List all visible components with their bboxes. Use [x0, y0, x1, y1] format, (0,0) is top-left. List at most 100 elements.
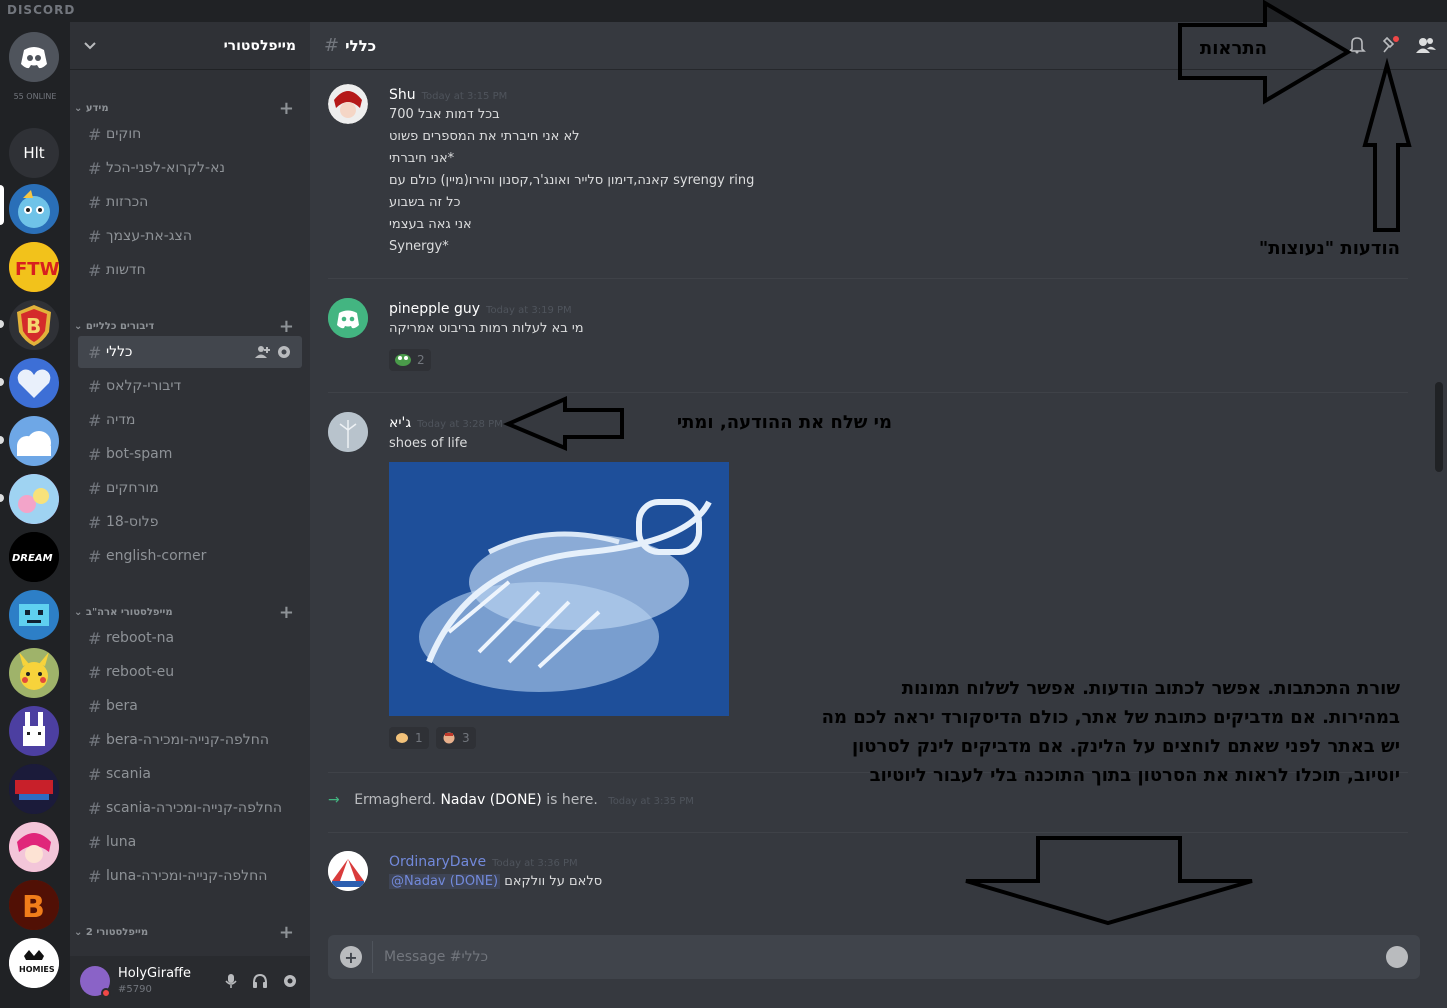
chat-area: # כללי Shu Today at 3:15 PM בכל דמות אבל … [310, 22, 1447, 1008]
channel-label: הכרזות [106, 194, 149, 210]
guild-yugioh[interactable] [9, 764, 59, 814]
join-username[interactable]: Nadav (DONE) [440, 792, 541, 808]
channel-label: luna-החלפה-קנייה-ומכירה [106, 868, 268, 884]
guild-heart[interactable] [9, 358, 59, 408]
add-channel-icon[interactable]: + [279, 98, 294, 119]
attachment-image[interactable] [389, 462, 729, 716]
avatar[interactable] [328, 298, 368, 338]
channel-media[interactable]: # מדיה [78, 404, 302, 436]
reaction-pepe[interactable]: 2 [389, 349, 431, 371]
guild-bunny[interactable] [9, 706, 59, 756]
svg-text:FTW: FTW [15, 259, 59, 280]
channel-announcements[interactable]: # הכרזות [78, 186, 302, 218]
channel-introduce-yourself[interactable]: # הצג-את-עצמך [78, 220, 302, 252]
channel-reboot-na[interactable]: # reboot-na [78, 622, 302, 654]
message-input[interactable] [382, 943, 1362, 971]
add-channel-icon[interactable]: + [279, 316, 294, 337]
channel-banned[interactable]: # מורחקים [78, 472, 302, 504]
guild-fire-b[interactable]: B [9, 880, 59, 930]
guild-ftw[interactable]: FTW [9, 242, 59, 292]
pin-icon[interactable] [1381, 35, 1401, 55]
server-name: מייפלסטורי [223, 37, 296, 54]
channel-bera[interactable]: # bera [78, 690, 302, 722]
gear-icon[interactable] [276, 344, 292, 360]
channel-class-talk[interactable]: # דיבורי-קלאס [78, 370, 302, 402]
emoji-picker-icon[interactable] [1386, 946, 1408, 968]
guild-pastel[interactable] [9, 474, 59, 524]
hash-icon: # [88, 124, 102, 144]
invite-icon[interactable] [254, 344, 270, 360]
member-list-icon[interactable] [1415, 35, 1437, 55]
guild-b-shield[interactable]: B [9, 300, 59, 350]
scrollbar-track[interactable] [1435, 72, 1443, 912]
scrollbar-thumb[interactable] [1435, 382, 1443, 472]
channel-news[interactable]: # חדשות [78, 254, 302, 286]
server-header[interactable]: מייפלסטורי [70, 22, 310, 70]
svg-text:HOMIES: HOMIES [19, 965, 55, 974]
bell-icon[interactable] [1347, 35, 1367, 55]
message-timestamp: Today at 3:15 PM [421, 91, 508, 102]
headphones-icon[interactable] [252, 973, 268, 989]
hash-icon: # [88, 798, 102, 818]
channel-english-corner[interactable]: # english-corner [78, 540, 302, 572]
annotation-composer-line: יש באתר לפני שאתם לוחצים על הלינק. אם מד… [851, 736, 1400, 757]
category-info[interactable]: ⌄ מידע + [70, 98, 310, 120]
avatar[interactable] [328, 851, 368, 891]
discord-home-button[interactable] [9, 32, 59, 82]
avatar[interactable] [328, 412, 368, 452]
hash-icon: # [88, 478, 102, 498]
hash-icon: # [88, 158, 102, 178]
upload-plus-icon[interactable]: + [340, 946, 362, 968]
composer-divider [372, 941, 373, 973]
shield-b-icon: B [17, 305, 51, 346]
message-author[interactable]: ג'יא [389, 415, 411, 431]
message-author[interactable]: OrdinaryDave [389, 854, 486, 870]
channel-read-first[interactable]: # נא-לקרוא-לפני-הכל [78, 152, 302, 184]
microphone-icon[interactable] [224, 973, 238, 989]
channel-bot-spam[interactable]: # bot-spam [78, 438, 302, 470]
annotation-sender: מי שלח את ההודעה, ומתי [676, 412, 892, 433]
guild-dream[interactable]: DREAM [9, 532, 59, 582]
chevron-down-icon [84, 41, 96, 49]
hash-icon: # [88, 764, 102, 784]
category-maplestory-us[interactable]: ⌄ מייפלסטורי ארה"ב + [70, 602, 310, 624]
guild-hlt[interactable]: Hlt [9, 128, 59, 178]
red-anime-avatar-icon [328, 84, 368, 124]
channel-bera-trade[interactable]: # bera-החלפה-קנייה-ומכירה [78, 724, 302, 756]
message-text: כל זה בשבוע [389, 195, 461, 210]
message-author[interactable]: Shu [389, 87, 416, 103]
channel-nsfw[interactable]: # פלוס-18 [78, 506, 302, 538]
message-text: בכל דמות אבל 700 [389, 107, 500, 122]
message-text: Synergy* [389, 239, 449, 254]
guild-pikachu[interactable] [9, 648, 59, 698]
channel-reboot-eu[interactable]: # reboot-eu [78, 656, 302, 688]
channel-general[interactable]: # כללי [78, 336, 302, 368]
channel-luna-trade[interactable]: # luna-החלפה-קנייה-ומכירה [78, 860, 302, 892]
channel-scania[interactable]: # scania [78, 758, 302, 790]
user-mention[interactable]: @Nadav (DONE) [389, 874, 501, 889]
guild-pixel[interactable] [9, 590, 59, 640]
channel-label: כללי [106, 344, 133, 360]
guild-anime[interactable] [9, 822, 59, 872]
add-channel-icon[interactable]: + [279, 922, 294, 943]
reaction-clap[interactable]: 1 [389, 727, 429, 749]
channel-rules[interactable]: # חוקים [78, 118, 302, 150]
message-divider [328, 392, 1408, 393]
category-label: מייפלסטורי 2 [85, 927, 149, 938]
avatar[interactable] [328, 84, 368, 124]
pastel-art-icon [9, 474, 59, 524]
message-author[interactable]: pinepple guy [389, 301, 480, 317]
reaction-face[interactable]: 3 [436, 727, 476, 749]
guild-maplestory[interactable] [9, 184, 59, 234]
category-general-talk[interactable]: ⌄ דיבורים כלליים + [70, 316, 310, 338]
unread-indicator [0, 320, 4, 328]
channel-scania-trade[interactable]: # scania-החלפה-קנייה-ומכירה [78, 792, 302, 824]
channel-label: הצג-את-עצמך [106, 228, 192, 244]
add-channel-icon[interactable]: + [279, 602, 294, 623]
category-maplestory-2[interactable]: ⌄ מייפלסטורי 2 + [70, 922, 310, 944]
settings-gear-icon[interactable] [282, 973, 298, 989]
guild-sky[interactable] [9, 416, 59, 466]
channel-title: כללי [345, 36, 377, 55]
guild-homies[interactable]: HOMIES [9, 938, 59, 988]
channel-luna[interactable]: # luna [78, 826, 302, 858]
